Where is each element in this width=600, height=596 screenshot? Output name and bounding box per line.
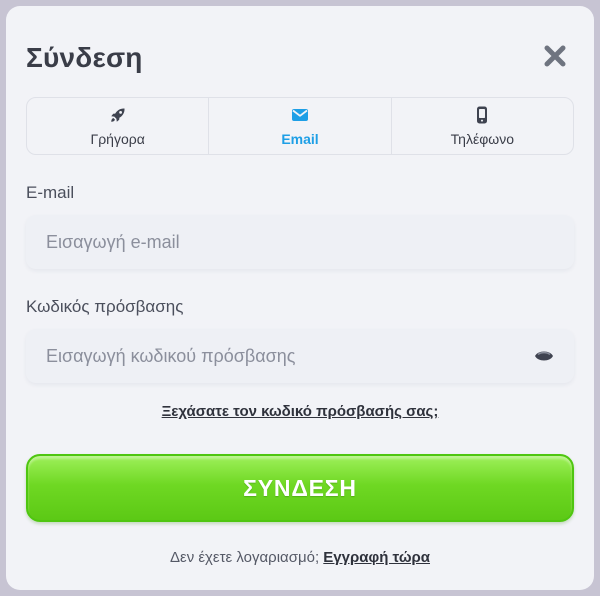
signup-prompt: Δεν έχετε λογαριασμό; Εγγραφή τώρα xyxy=(6,549,594,566)
close-button[interactable] xyxy=(542,43,568,69)
email-label: E-mail xyxy=(26,183,75,202)
close-icon xyxy=(544,45,566,67)
eye-icon xyxy=(535,351,553,361)
login-button[interactable]: ΣΥΝΔΕΣΗ xyxy=(26,454,574,522)
tab-quick-label: Γρήγορα xyxy=(90,131,145,147)
email-field-wrapper xyxy=(26,215,574,269)
email-input[interactable] xyxy=(26,231,574,253)
forgot-password-link[interactable]: Ξεχάσατε τον κωδικό πρόσβασής σας; xyxy=(6,403,594,420)
password-field-wrapper xyxy=(26,329,574,383)
login-button-label: ΣΥΝΔΕΣΗ xyxy=(243,474,357,501)
phone-icon xyxy=(477,106,488,124)
rocket-icon xyxy=(110,108,125,122)
login-method-tabs: Γρήγορα Email Τηλέφωνο xyxy=(26,97,574,155)
tab-email[interactable]: Email xyxy=(209,98,392,154)
tab-phone-label: Τηλέφωνο xyxy=(450,131,514,147)
tab-email-label: Email xyxy=(281,131,319,147)
password-label: Κωδικός πρόσβασης xyxy=(26,297,184,316)
signup-link[interactable]: Εγγραφή τώρα xyxy=(323,549,430,566)
login-modal: Σύνδεση Γρήγορα Email Τηλέφωνο E-mail Ει… xyxy=(6,6,594,590)
tab-quick[interactable]: Γρήγορα xyxy=(27,98,210,154)
no-account-text: Δεν έχετε λογαριασμό; xyxy=(169,549,320,566)
modal-title: Σύνδεση xyxy=(26,42,143,73)
tab-phone[interactable]: Τηλέφωνο xyxy=(392,98,573,154)
password-input[interactable] xyxy=(26,345,532,367)
envelope-icon xyxy=(291,109,308,121)
password-visibility-toggle[interactable] xyxy=(532,344,556,368)
